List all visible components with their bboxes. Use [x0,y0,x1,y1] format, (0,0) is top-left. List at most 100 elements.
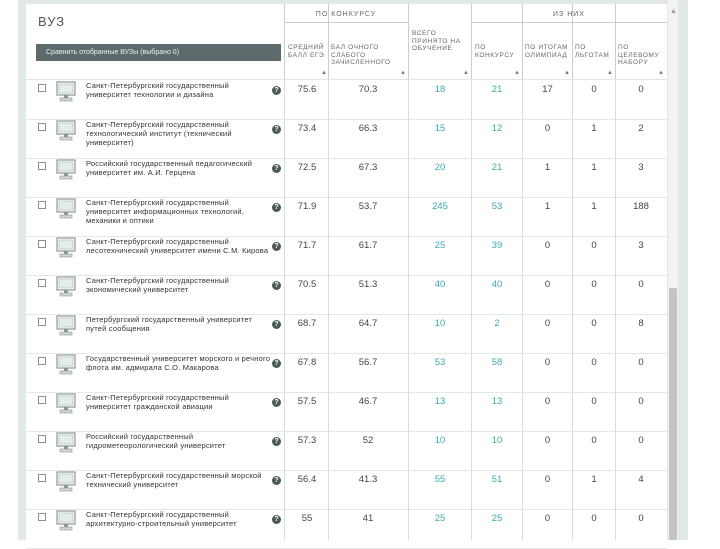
sort-arrows-icon[interactable]: ▲ [658,70,664,76]
row-select-checkbox[interactable] [38,240,46,248]
university-name[interactable]: Санкт-Петербургский государственный архи… [86,510,271,528]
cell-target-enrollment: 0 [638,84,644,95]
vertical-scrollbar[interactable]: ▲ [668,0,678,540]
university-name[interactable]: Санкт-Петербургский государственный лесо… [86,237,271,255]
table-row[interactable]: Российский государственный педагогически… [26,158,667,198]
cell-by-benefits: 0 [591,357,597,368]
col-header-total-admitted[interactable]: ВСЕГО ПРИНЯТО НА ОБУЧЕНИЕ [412,30,470,53]
university-name[interactable]: Российский государственный педагогически… [86,159,271,177]
table-row[interactable]: Санкт-Петербургский государственный экон… [26,275,667,315]
university-name[interactable]: Государственный университет морского и р… [86,354,271,372]
table-row[interactable]: Российский государственный гидрометеорол… [26,431,667,471]
col-header-by-benefits[interactable]: ПО ЛЬГОТАМ [575,44,614,59]
row-select-checkbox[interactable] [38,474,46,482]
cell-weakest-score: 51.3 [358,279,378,290]
cell-total-admitted: 25 [434,240,446,251]
table-row[interactable]: Санкт-Петербургский государственный унив… [26,197,667,237]
info-icon[interactable]: ? [272,359,281,368]
info-icon[interactable]: ? [272,515,281,524]
university-name[interactable]: Санкт-Петербургский государственный экон… [86,276,271,294]
col-header-weakest-score[interactable]: БАЛ ОЧНОГО СЛАБОГО ЗАЧИСЛЕННОГО [331,44,405,67]
cell-by-olympiads: 0 [544,240,551,251]
scrollbar-thumb[interactable] [669,288,677,540]
info-icon[interactable]: ? [272,164,281,173]
cell-weakest-score: 56.7 [358,357,378,368]
info-icon[interactable]: ? [272,281,281,290]
cell-avg-score: 70.5 [297,279,317,290]
col-header-by-olympiads[interactable]: ПО ИТОГАМ ОЛИМПИАД [525,44,571,59]
col-header-target-enrollment[interactable]: ПО ЦЕЛЕВОМУ НАБОРУ [618,44,664,67]
table-row[interactable]: Санкт-Петербургский государственный лесо… [26,236,667,276]
cell-by-contest: 25 [491,513,503,524]
row-select-checkbox[interactable] [38,84,46,92]
university-name[interactable]: Российский государственный гидрометеорол… [86,432,271,450]
row-select-checkbox[interactable] [38,201,46,209]
university-monitor-icon [56,120,76,142]
scroll-up-icon[interactable]: ▲ [670,8,677,15]
cell-by-contest: 58 [491,357,503,368]
sort-arrows-icon[interactable]: ▲ [514,70,520,76]
table-row[interactable]: Санкт-Петербургский государственный унив… [26,392,667,432]
info-icon[interactable]: ? [272,320,281,329]
info-icon[interactable]: ? [272,476,281,485]
info-icon[interactable]: ? [272,398,281,407]
info-icon[interactable]: ? [272,437,281,446]
cell-weakest-score: 52 [362,435,374,446]
table-row[interactable]: Санкт-Петербургский государственный техн… [26,119,667,159]
col-header-by-contest[interactable]: ПО КОНКУРСУ [475,44,519,59]
row-select-checkbox[interactable] [38,435,46,443]
cell-by-benefits: 1 [591,123,597,134]
cell-avg-score: 57.5 [297,396,317,407]
cell-by-contest: 13 [491,396,503,407]
row-select-checkbox[interactable] [38,318,46,326]
university-name[interactable]: Санкт-Петербургский государственный техн… [86,120,271,147]
cell-target-enrollment: 3 [638,162,644,173]
table-row[interactable]: Санкт-Петербургский государственный унив… [26,80,667,120]
university-name[interactable]: Санкт-Петербургский государственный унив… [86,81,271,99]
sort-arrows-icon[interactable]: ▲ [400,70,406,76]
cell-by-benefits: 0 [591,279,597,290]
row-select-checkbox[interactable] [38,396,46,404]
row-select-checkbox[interactable] [38,513,46,521]
info-icon[interactable]: ? [272,242,281,251]
cell-by-benefits: 1 [591,162,597,173]
cell-by-contest: 39 [491,240,503,251]
university-monitor-icon [56,237,76,259]
row-select-checkbox[interactable] [38,279,46,287]
university-name[interactable]: Санкт-Петербургский государственный унив… [86,393,271,411]
col-header-avg-score[interactable]: СРЕДНИЙ БАЛЛ ЕГЭ [288,44,326,59]
cell-total-admitted: 25 [434,513,446,524]
university-name[interactable]: Петербургский государственный университе… [86,315,271,333]
sort-arrows-icon[interactable]: ▲ [607,70,613,76]
sort-arrows-icon[interactable]: ▲ [321,70,327,76]
row-select-checkbox[interactable] [38,162,46,170]
info-icon[interactable]: ? [272,86,281,95]
table-row[interactable]: Санкт-Петербургский государственный морс… [26,470,667,510]
row-select-checkbox[interactable] [38,357,46,365]
cell-by-olympiads: 17 [542,84,553,95]
cell-by-benefits: 1 [591,474,597,485]
sort-arrows-icon[interactable]: ▲ [463,70,469,76]
compare-button[interactable]: Сравнить отобранные ВУЗы (выбрано 0) [36,44,281,61]
info-icon[interactable]: ? [272,203,281,212]
table-row[interactable]: Санкт-Петербургский государственный архи… [26,509,667,549]
sort-arrows-icon[interactable]: ▲ [564,70,570,76]
university-name[interactable]: Санкт-Петербургский государственный унив… [86,198,271,225]
cell-target-enrollment: 188 [633,201,649,212]
cell-weakest-score: 41 [362,513,374,524]
cell-total-admitted: 245 [432,201,448,212]
cell-avg-score: 71.9 [297,201,317,212]
cell-by-contest: 53 [491,201,503,212]
info-icon[interactable]: ? [272,125,281,134]
university-monitor-icon [56,354,76,376]
cell-by-olympiads: 0 [544,474,551,485]
table-row[interactable]: Государственный университет морского и р… [26,353,667,393]
row-select-checkbox[interactable] [38,123,46,131]
cell-target-enrollment: 0 [638,396,644,407]
table-row[interactable]: Петербургский государственный университе… [26,314,667,354]
cell-total-admitted: 15 [434,123,446,134]
cell-weakest-score: 66.3 [358,123,378,134]
cell-total-admitted: 10 [434,318,446,329]
cell-total-admitted: 53 [434,357,446,368]
university-name[interactable]: Санкт-Петербургский государственный морс… [86,471,271,489]
